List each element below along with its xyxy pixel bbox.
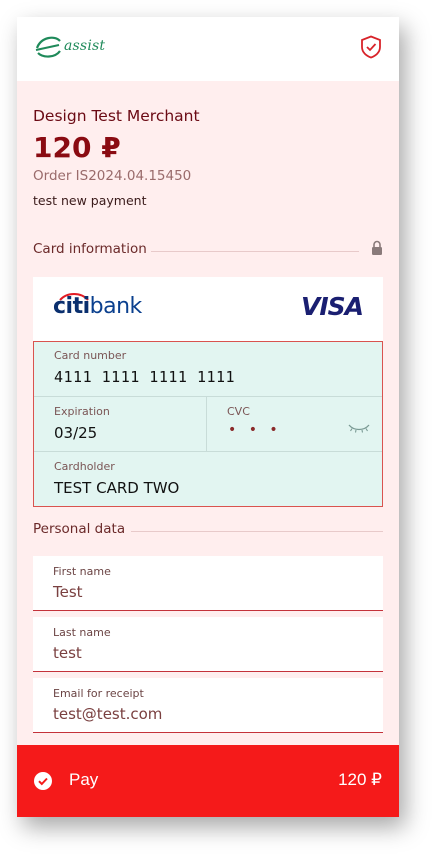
card-number-label: Card number [54, 349, 127, 362]
order-number: Order IS2024.04.15450 [33, 168, 192, 184]
bank-logo: citibank [53, 294, 142, 319]
pay-button-amount: 120 ₽ [338, 770, 382, 789]
card-network-logo: VISA [300, 292, 364, 321]
card-brand-strip: citibank VISA [33, 277, 383, 341]
merchant-name: Design Test Merchant [33, 107, 200, 125]
assist-logo: assist [33, 31, 105, 61]
pay-button[interactable]: Pay 120 ₽ [17, 745, 399, 817]
last-name-field[interactable]: Last name test [33, 617, 383, 672]
cardholder-field[interactable]: Cardholder TEST CARD TWO [34, 452, 382, 506]
personal-section-title: Personal data [33, 521, 126, 537]
order-amount: 120 ₽ [33, 131, 121, 164]
personal-section-divider [131, 531, 383, 532]
email-field[interactable]: Email for receipt test@test.com [33, 678, 383, 733]
first-name-field[interactable]: First name Test [33, 556, 383, 611]
expiration-field[interactable]: Expiration 03/25 [34, 397, 206, 451]
lock-icon [372, 240, 382, 255]
logo-text: assist [64, 38, 106, 54]
bank-logo-part2: bank [89, 294, 143, 319]
payment-page: assist Design Test Merchant 120 ₽ Order … [17, 17, 399, 817]
assist-logo-icon [35, 36, 61, 58]
cvc-label: CVC [227, 405, 250, 418]
card-fields: Card number 4111 1111 1111 1111 Expirati… [33, 341, 383, 507]
order-description: test new payment [33, 193, 147, 208]
pay-button-label: Pay [69, 770, 99, 789]
email-label: Email for receipt [53, 687, 144, 700]
first-name-label: First name [53, 565, 111, 578]
card-section-title: Card information [33, 241, 147, 257]
card-section-divider [151, 251, 359, 252]
header: assist [17, 17, 399, 81]
expiration-label: Expiration [54, 405, 110, 418]
email-value: test@test.com [53, 705, 163, 723]
cardholder-label: Cardholder [54, 460, 115, 473]
last-name-label: Last name [53, 626, 111, 639]
card-number-field[interactable]: Card number 4111 1111 1111 1111 [34, 342, 382, 396]
expiration-value: 03/25 [54, 424, 98, 442]
shield-check-icon [361, 35, 381, 59]
cardholder-value: TEST CARD TWO [54, 479, 180, 497]
bank-logo-part1: citi [53, 294, 90, 319]
cvc-value: • • • [228, 422, 282, 438]
check-circle-icon [34, 772, 52, 790]
eye-closed-icon[interactable] [348, 422, 370, 434]
last-name-value: test [53, 644, 82, 662]
first-name-value: Test [53, 583, 83, 601]
card-number-value: 4111 1111 1111 1111 [54, 368, 236, 386]
